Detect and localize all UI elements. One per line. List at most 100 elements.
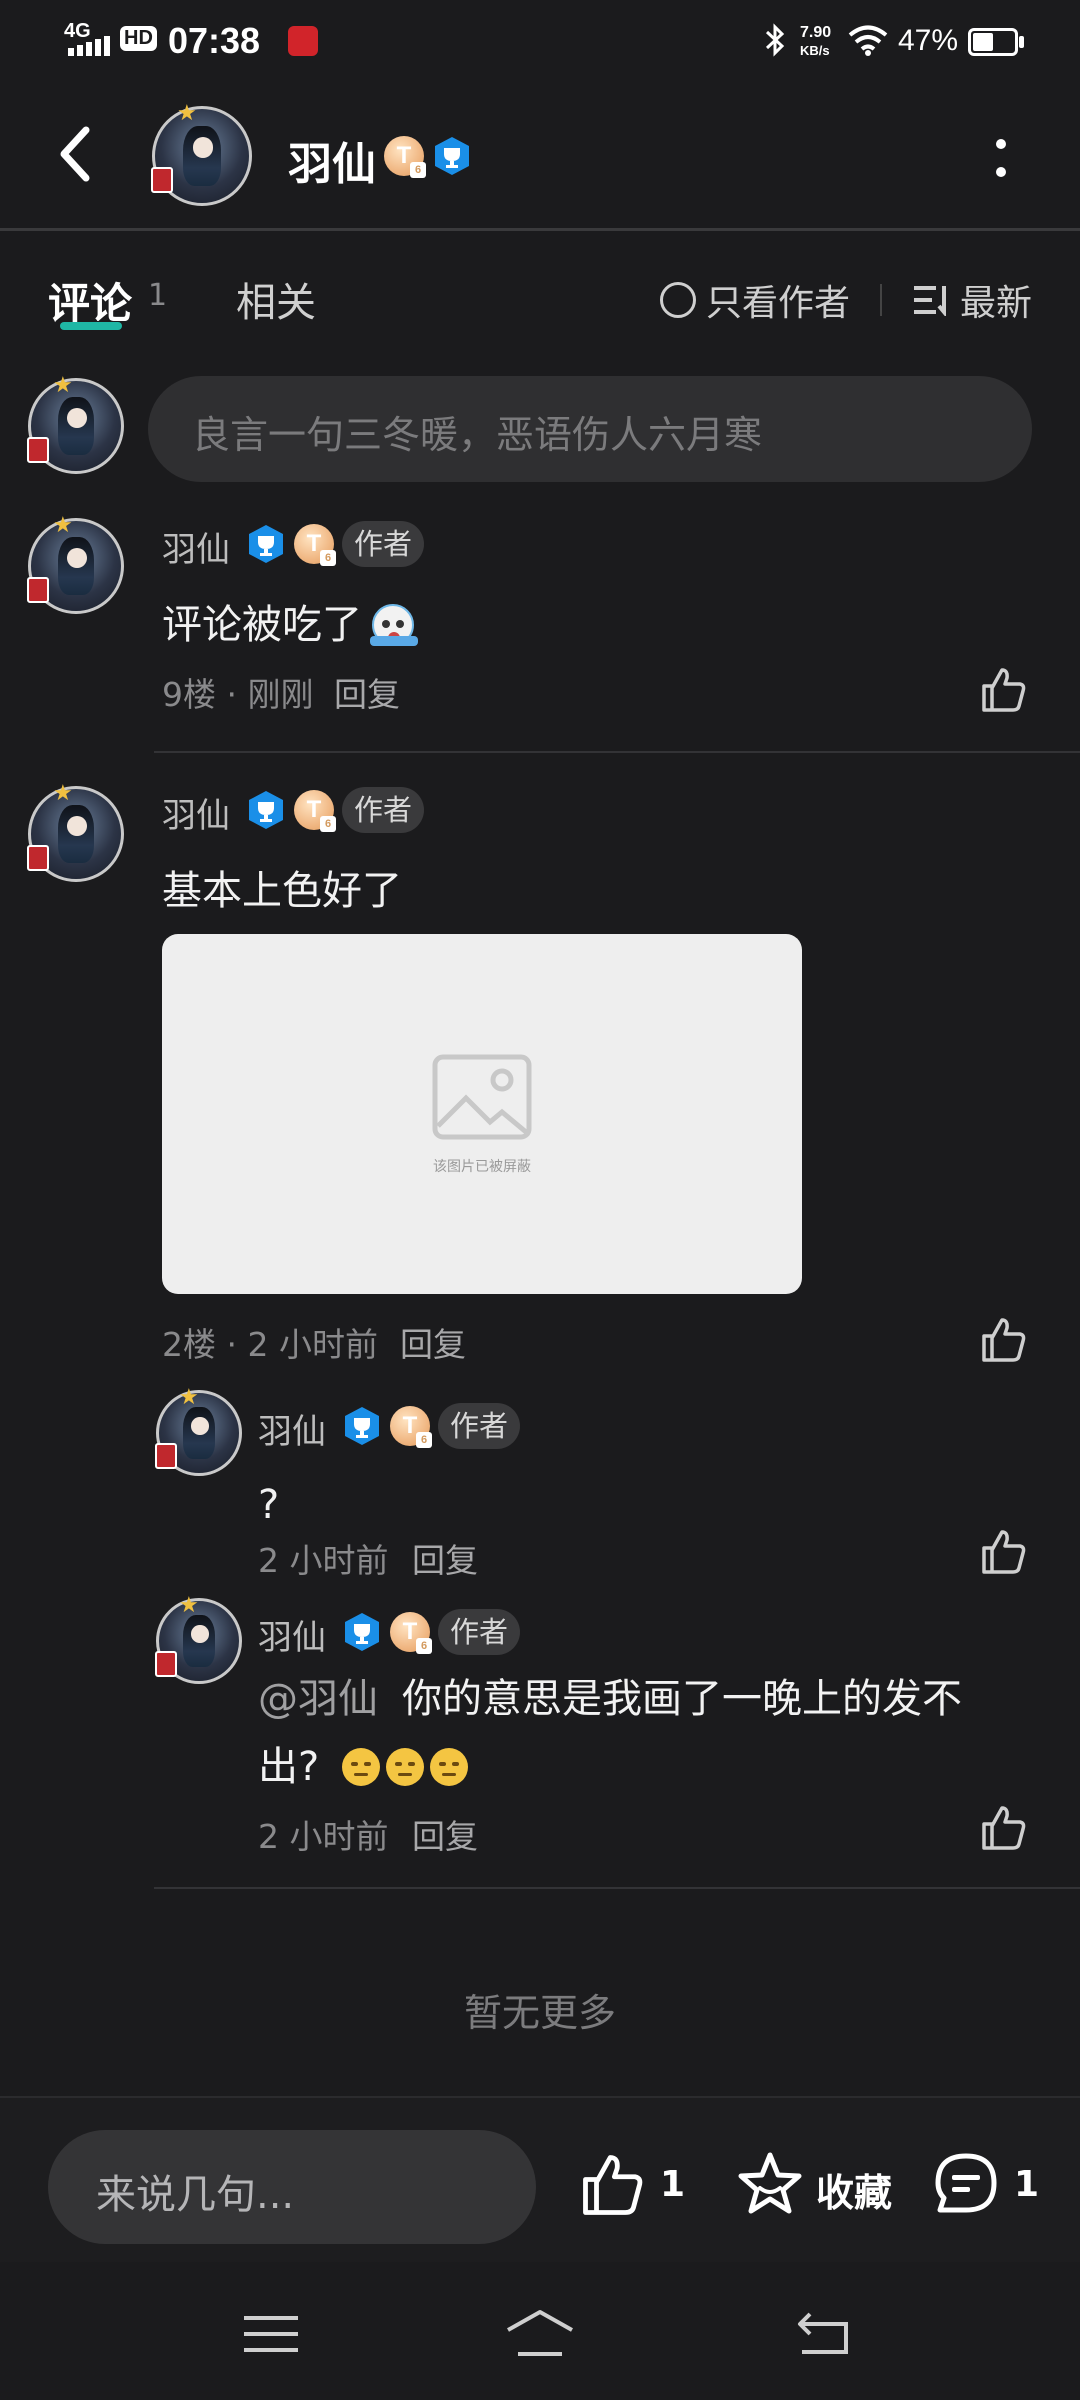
author-tag: 作者 (342, 787, 425, 833)
replier-avatar[interactable]: ★ (155, 1387, 242, 1476)
reply-button[interactable]: 回复 (334, 668, 400, 716)
battery-percent: 47% (898, 24, 959, 57)
wifi-icon (848, 25, 888, 56)
bottom-input-placeholder: 来说几句... (96, 2172, 295, 2218)
comment-text: 评论被吃了 (162, 602, 362, 648)
comment-item: ★ 羽仙 T6 作者 基本上色好了 该图片已被屏蔽 2楼 · 2 小时前 回复 (0, 776, 1080, 1364)
mention-link[interactable]: @羽仙 (258, 1664, 378, 1734)
net-speed-unit: KB/s (800, 43, 830, 58)
net-speed-value: 7.90 (800, 24, 832, 41)
status-bar: 4G HD 07:38 7.90 KB/s 47% (0, 0, 1080, 86)
comment-meta: 9楼 · 刚刚 (162, 675, 314, 714)
level-badge-icon: T6 (294, 790, 336, 832)
favorite-label: 收藏 (816, 2171, 893, 2215)
smirk-emoji-icon (430, 1748, 468, 1786)
level-badge-icon: T6 (390, 1612, 432, 1654)
comment-input-placeholder: 良言一句三冬暖，恶语伤人六月寒 (192, 413, 763, 457)
comment-count: 1 (1014, 2164, 1040, 2205)
like-icon[interactable] (980, 1528, 1028, 1576)
menu-icon[interactable] (244, 2314, 298, 2354)
like-icon[interactable] (980, 666, 1028, 714)
battery-icon (968, 28, 1018, 56)
bluetooth-icon (765, 23, 785, 57)
comment-item: ★ 羽仙 T6 作者 评论被吃了 9楼 · 刚刚 回复 (0, 510, 1080, 750)
reply-button[interactable]: 回复 (412, 1810, 478, 1858)
comment-bubble-icon (935, 2153, 997, 2213)
tab-related[interactable]: 相关 (236, 270, 316, 328)
like-button[interactable]: 1 (580, 2148, 690, 2228)
commenter-username[interactable]: 羽仙 (162, 522, 230, 571)
sort-toggle[interactable]: 最新 (914, 272, 1054, 326)
star-icon (738, 2152, 802, 2214)
trophy-badge-icon (435, 137, 469, 175)
commenter-username[interactable]: 羽仙 (162, 788, 230, 837)
thumb-up-icon (583, 2155, 643, 2215)
author-tag: 作者 (438, 1403, 521, 1449)
level-badge-icon: T6 (390, 1406, 432, 1448)
back-arrow-icon[interactable] (56, 124, 96, 184)
tab-active-indicator (60, 322, 122, 330)
comment-text: 基本上色好了 (162, 868, 402, 914)
reply-text: ? (258, 1482, 280, 1528)
page-title: 羽仙 (288, 139, 376, 190)
comment-image-blocked[interactable]: 该图片已被屏蔽 (162, 934, 802, 1294)
bottom-comment-input[interactable]: 来说几句... (48, 2130, 536, 2244)
author-tag: 作者 (438, 1609, 521, 1655)
comment-divider (154, 751, 1080, 753)
comment-meta: 2楼 · 2 小时前 (162, 1325, 378, 1364)
favorite-button[interactable]: 收藏 (736, 2148, 896, 2228)
system-nav-bar (0, 2262, 1080, 2400)
back-nav-icon[interactable] (796, 2310, 850, 2356)
signal-icon (68, 36, 110, 56)
tab-comments-count: 1 (148, 278, 168, 313)
header-divider (0, 228, 1080, 231)
author-only-toggle[interactable]: 只看作者 (660, 272, 860, 326)
image-placeholder-icon (432, 1054, 532, 1140)
no-more-text: 暂无更多 (463, 1991, 616, 2035)
my-avatar[interactable]: ★ (27, 375, 124, 474)
top-app-bar: ★ 羽仙 T6 (0, 86, 1080, 230)
reply-meta: 2 小时前 (258, 1541, 389, 1580)
comment-input[interactable]: 良言一句三冬暖，恶语伤人六月寒 (148, 376, 1032, 482)
tab-comments[interactable]: 评论 1 (48, 270, 178, 340)
reply-text-line1: 你的意思是我画了一晚上的发不 (402, 1676, 962, 1722)
replier-username[interactable]: 羽仙 (258, 1404, 326, 1453)
smirk-emoji-icon (386, 1748, 424, 1786)
emoji-group (342, 1748, 482, 1788)
commenter-avatar[interactable]: ★ (27, 515, 124, 614)
sort-label: 最新 (960, 283, 1033, 324)
reply-button[interactable]: 回复 (400, 1318, 466, 1366)
comment-divider (154, 1887, 1080, 1889)
reply-meta: 2 小时前 (258, 1817, 389, 1856)
tab-separator (880, 284, 882, 316)
level-badge-icon: T6 (384, 136, 426, 178)
trophy-badge-icon (345, 1407, 379, 1445)
trophy-badge-icon (249, 525, 283, 563)
replier-avatar[interactable]: ★ (155, 1595, 242, 1684)
level-badge-icon: T6 (294, 524, 336, 566)
bottom-action-bar: 来说几句... 1 收藏 1 (0, 2096, 1080, 2262)
like-icon[interactable] (980, 1804, 1028, 1852)
smirk-emoji-icon (342, 1748, 380, 1786)
radio-circle-icon (660, 282, 696, 318)
image-blocked-text: 该图片已被屏蔽 (433, 1159, 531, 1175)
comment-count-button[interactable]: 1 (932, 2148, 1052, 2228)
author-only-label: 只看作者 (706, 283, 851, 324)
sort-icon (914, 286, 946, 316)
commenter-avatar[interactable]: ★ (27, 783, 124, 882)
reply-button[interactable]: 回复 (412, 1534, 478, 1582)
reply-text-line2: 出? (258, 1744, 320, 1790)
reply-item: ★ 羽仙 T6 作者 @羽仙 你的意思是我画了一晚上的发不 出? 2 小时前 回… (0, 1595, 1080, 1866)
trophy-badge-icon (345, 1613, 379, 1651)
hd-badge: HD (120, 26, 157, 51)
more-options-icon[interactable] (992, 136, 1010, 180)
home-icon[interactable] (504, 2308, 576, 2358)
app-notification-icon (288, 26, 318, 56)
clock: 07:38 (168, 20, 261, 61)
like-icon[interactable] (980, 1316, 1028, 1364)
replier-username[interactable]: 羽仙 (258, 1610, 326, 1659)
like-count: 1 (660, 2164, 686, 2205)
author-tag: 作者 (342, 521, 425, 567)
header-avatar[interactable]: ★ (151, 103, 252, 206)
crying-emoji-icon (370, 604, 418, 646)
